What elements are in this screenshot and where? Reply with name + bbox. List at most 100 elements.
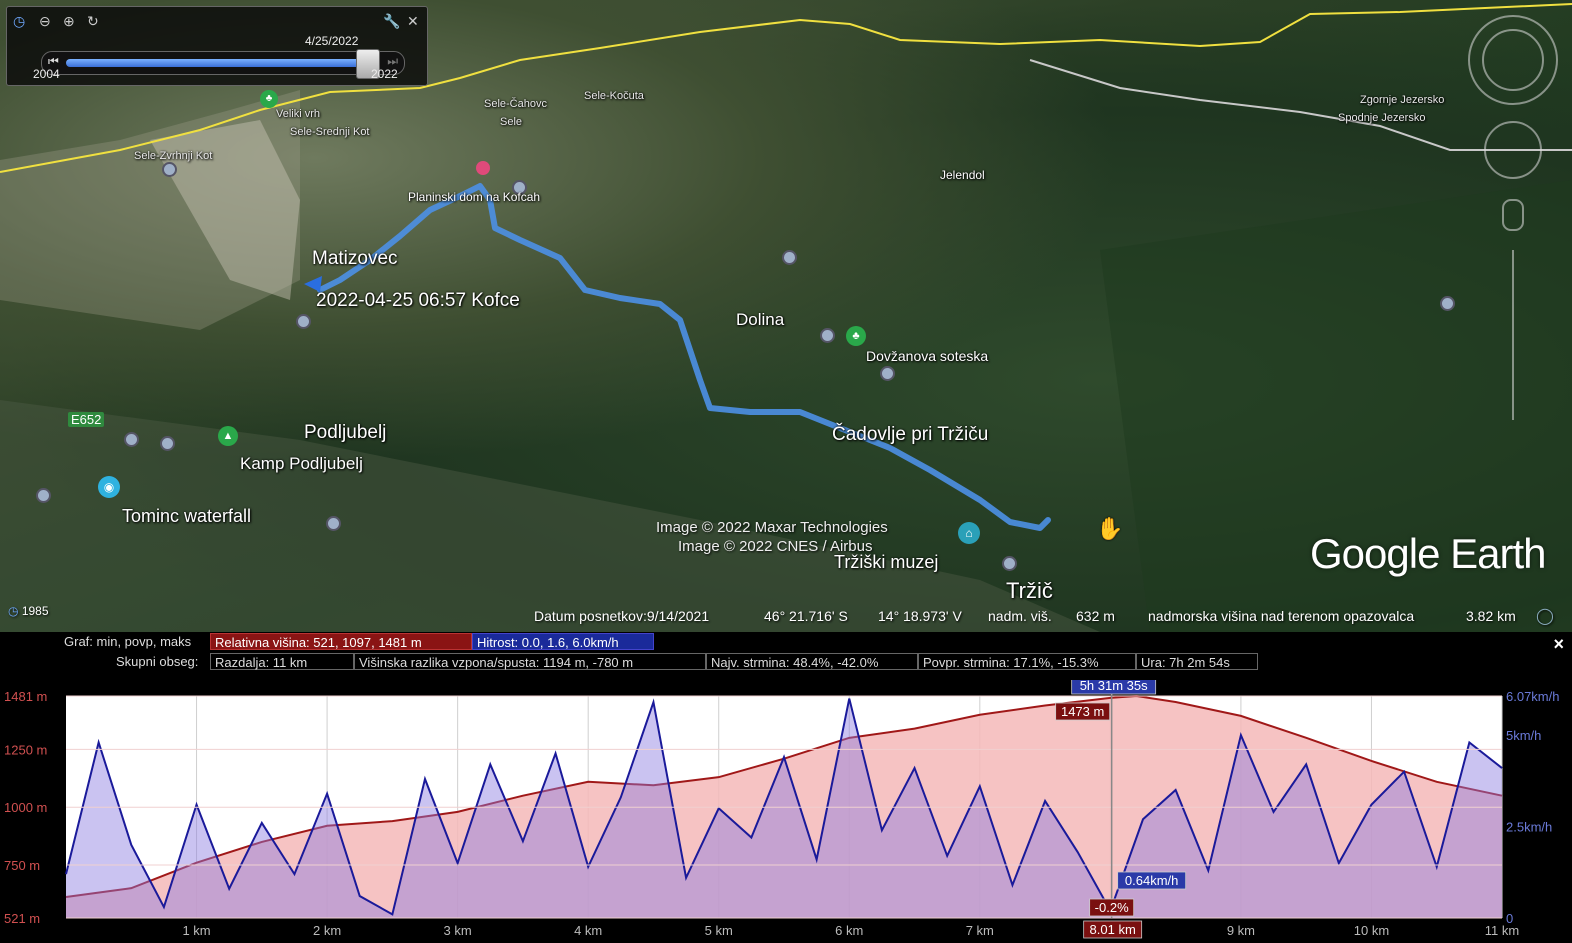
poi-marker[interactable] bbox=[36, 488, 51, 503]
profile-chart[interactable]: 1 km2 km3 km4 km5 km6 km7 km8 km9 km10 k… bbox=[0, 680, 1572, 943]
cursor-distance-tag: 8.01 km bbox=[1083, 920, 1143, 939]
x-tick-label: 7 km bbox=[966, 923, 994, 938]
climb-descent-chip: Višinska razlika vzpona/spusta: 1194 m, … bbox=[354, 653, 706, 670]
poi-marker[interactable] bbox=[296, 314, 311, 329]
speed-stats-chip[interactable]: Hitrost: 0.0, 1.6, 6.0km/h bbox=[472, 633, 654, 650]
x-tick-label: 10 km bbox=[1354, 923, 1389, 938]
imagery-date: Datum posnetkov:9/14/2021 bbox=[534, 608, 710, 624]
settings-wrench-icon[interactable]: 🔧 bbox=[383, 13, 400, 30]
place-label[interactable]: Tominc waterfall bbox=[122, 506, 251, 527]
place-label[interactable]: Čadovlje pri Tržiču bbox=[832, 424, 988, 446]
total-stats-label: Skupni obseg: bbox=[116, 654, 199, 669]
poi-marker[interactable] bbox=[160, 436, 175, 451]
y-right-tick-label: 6.07km/h bbox=[1506, 689, 1559, 704]
campsite-icon[interactable]: ▲ bbox=[218, 426, 238, 446]
timeline-date: 4/25/2022 bbox=[305, 34, 359, 48]
y-left-tick-label: 750 m bbox=[4, 858, 40, 873]
cursor-time-tag: 5h 31m 35s bbox=[1071, 680, 1157, 695]
max-slope-chip: Najv. strmina: 48.4%, -42.0% bbox=[706, 653, 918, 670]
close-icon[interactable]: ✕ bbox=[407, 13, 419, 30]
historical-imagery-panel[interactable]: ◷ ⊖ ⊕ ↻ 🔧 ✕ 4/25/2022 ⏮ ⏭ 2004 2022 bbox=[6, 6, 428, 86]
museum-icon[interactable]: ⌂ bbox=[958, 522, 980, 544]
y-right-tick-label: 0 bbox=[1506, 911, 1513, 926]
y-left-tick-label: 521 m bbox=[4, 911, 40, 926]
place-label[interactable]: Dolina bbox=[736, 310, 784, 330]
pin-icon bbox=[476, 161, 490, 175]
poi-marker[interactable] bbox=[162, 162, 177, 177]
close-profile-button[interactable]: × bbox=[1553, 634, 1564, 655]
place-label[interactable]: Matizovec bbox=[312, 248, 398, 270]
status-bar: Datum posnetkov:9/14/2021 46° 21.716' S … bbox=[0, 604, 1572, 630]
place-label[interactable]: Sele-Srednji Kot bbox=[290, 126, 370, 138]
place-label[interactable]: Podljubelj bbox=[304, 422, 386, 444]
cursor-elevation-tag-text: 1473 m bbox=[1061, 704, 1104, 719]
place-label[interactable]: Veliki vrh bbox=[276, 108, 320, 120]
x-tick-label: 9 km bbox=[1227, 923, 1255, 938]
poi-marker[interactable] bbox=[820, 328, 835, 343]
road-line bbox=[1029, 59, 1572, 151]
y-left-tick-label: 1481 m bbox=[4, 689, 47, 704]
x-tick-label: 4 km bbox=[574, 923, 602, 938]
y-left-tick-label: 1250 m bbox=[4, 742, 47, 757]
place-label[interactable]: Sele bbox=[500, 116, 522, 128]
place-label[interactable]: Sele-Kočuta bbox=[584, 90, 644, 102]
y-right-tick-label: 2.5km/h bbox=[1506, 820, 1552, 835]
place-label[interactable]: Kamp Podljubelj bbox=[240, 454, 363, 474]
poi-marker[interactable] bbox=[326, 516, 341, 531]
poi-marker[interactable] bbox=[782, 250, 797, 265]
elevation-value: 632 m bbox=[1076, 608, 1115, 624]
eye-altitude-label: nadmorska višina nad terenom opazovalca bbox=[1148, 608, 1415, 624]
cursor-slope-tag-text: -0.2% bbox=[1095, 900, 1129, 915]
cursor-distance-tag-text: 8.01 km bbox=[1090, 922, 1136, 937]
graph-stats-label: Graf: min, povp, maks bbox=[64, 634, 192, 649]
x-tick-label: 3 km bbox=[444, 923, 472, 938]
poi-marker[interactable] bbox=[1002, 556, 1017, 571]
copyright-line: Image © 2022 CNES / Airbus bbox=[678, 538, 873, 555]
x-tick-label: 5 km bbox=[705, 923, 733, 938]
elevation-label: nadm. viš. bbox=[988, 608, 1052, 624]
road-shield: E652 bbox=[68, 412, 105, 427]
y-left-tick-label: 1000 m bbox=[4, 800, 47, 815]
poi-marker[interactable] bbox=[1440, 296, 1455, 311]
timeline-start-year: 2004 bbox=[33, 67, 60, 81]
place-label[interactable]: Zgornje Jezersko bbox=[1360, 94, 1444, 106]
longitude: 14° 18.973' V bbox=[878, 608, 962, 624]
eye-altitude-value: 3.82 km bbox=[1466, 608, 1516, 624]
animate-icon[interactable]: ↻ bbox=[87, 13, 99, 30]
x-tick-label: 6 km bbox=[835, 923, 863, 938]
park-icon[interactable]: ♣ bbox=[260, 90, 278, 108]
zoom-out-icon[interactable]: ⊖ bbox=[39, 13, 51, 30]
cursor-time-tag-text: 5h 31m 35s bbox=[1080, 680, 1148, 693]
elevation-stats-chip[interactable]: Relativna višina: 521, 1097, 1481 m bbox=[210, 633, 472, 650]
y-right-tick-label: 5km/h bbox=[1506, 728, 1541, 743]
imagery-copyright: Image © 2022 Maxar Technologies Image © … bbox=[656, 518, 888, 556]
place-label[interactable]: Sele-Zvrhnji Kot bbox=[134, 150, 212, 162]
distance-chip: Razdalja: 11 km bbox=[210, 653, 354, 670]
park-icon[interactable]: ♣ bbox=[846, 326, 866, 346]
track-label[interactable]: 2022-04-25 06:57 Kofce bbox=[316, 290, 520, 312]
place-label[interactable]: Spodnje Jezersko bbox=[1338, 112, 1425, 124]
zoom-in-icon[interactable]: ⊕ bbox=[63, 13, 75, 30]
cursor-elevation-tag: 1473 m bbox=[1055, 702, 1111, 721]
clock-icon[interactable]: ◷ bbox=[13, 13, 25, 30]
place-label[interactable]: Jelendol bbox=[940, 168, 985, 182]
pointer-hand-icon: ✋ bbox=[1096, 516, 1124, 541]
duration-chip: Ura: 7h 2m 54s bbox=[1136, 653, 1258, 670]
place-label[interactable]: Dovžanova soteska bbox=[866, 348, 988, 364]
x-tick-label: 11 km bbox=[1485, 923, 1519, 938]
map-view[interactable]: ◉ ▲ ♣ ⌂ ♣ Matizovec 2022-04-25 06:57 Kof… bbox=[0, 0, 1572, 632]
x-tick-label: 2 km bbox=[313, 923, 341, 938]
poi-marker[interactable] bbox=[880, 366, 895, 381]
place-label[interactable]: Sele-Čahovc bbox=[484, 98, 547, 110]
place-label[interactable]: Planinski dom na Kofcah bbox=[408, 190, 540, 204]
copyright-line: Image © 2022 Maxar Technologies bbox=[656, 519, 888, 536]
place-label[interactable]: Tržič bbox=[1006, 578, 1053, 604]
elevation-profile-panel[interactable]: Graf: min, povp, maks Relativna višina: … bbox=[0, 632, 1572, 943]
poi-marker[interactable] bbox=[124, 432, 139, 447]
latitude: 46° 21.716' S bbox=[764, 608, 848, 624]
timeline-slider[interactable]: ⏮ ⏭ bbox=[41, 49, 405, 79]
camera-icon[interactable]: ◉ bbox=[98, 476, 120, 498]
google-earth-logo: Google Earth bbox=[1310, 530, 1546, 577]
timeline-end-year: 2022 bbox=[371, 67, 398, 81]
cursor-speed-tag-text: 0.64km/h bbox=[1125, 873, 1178, 888]
